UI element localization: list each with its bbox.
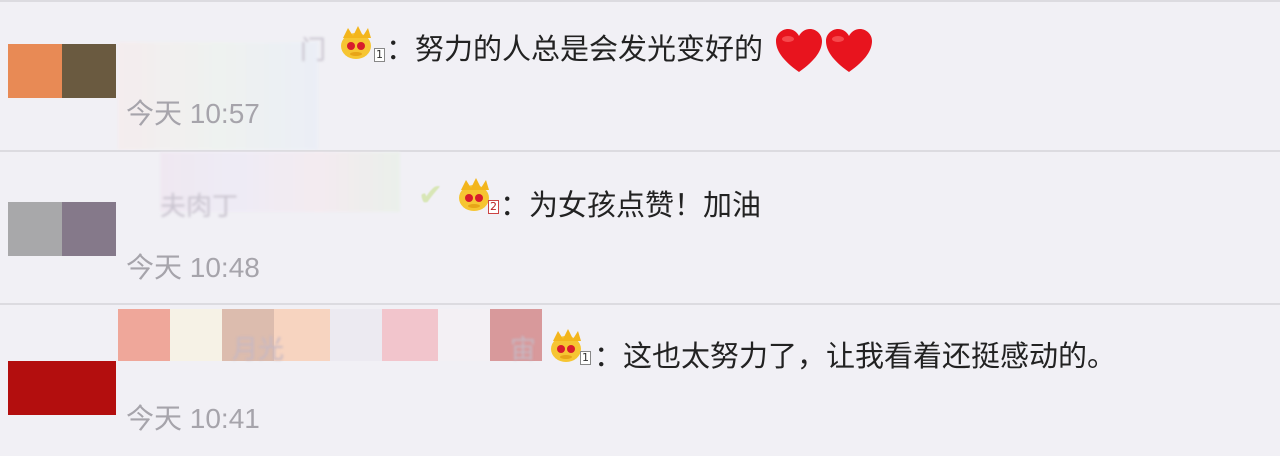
comment-time: 今天 10:57 [126, 98, 260, 129]
comment-text: ：为女孩点赞！加油 [500, 188, 762, 222]
hearts-group [774, 28, 874, 74]
badge-level: 1 [580, 351, 591, 365]
username-mosaic-block [330, 309, 382, 361]
check-icon: ✔ [418, 178, 444, 213]
username-mosaic-block [118, 309, 170, 361]
crown-badge-icon [340, 24, 376, 64]
comment-text-row: ：努力的人总是会发光变好的 [386, 26, 874, 74]
comment-item[interactable]: 夫肉丁 ✔ 2 ：为女孩点赞！加油 今天 10:48 [0, 150, 1280, 305]
username-mosaic-block [382, 309, 438, 361]
comment-item[interactable]: 门 1 ：努力的人总是会发光变好的 今天 10:57 [0, 0, 1280, 152]
username-mosaic-block [438, 309, 490, 361]
username-mosaic-block [170, 309, 222, 361]
avatar[interactable] [8, 44, 116, 98]
comment-time: 今天 10:48 [126, 252, 260, 283]
obscured-username: 门 [300, 36, 327, 66]
comment-text-row: ：为女孩点赞！加油 [500, 182, 761, 224]
badge-level: 1 [374, 48, 385, 62]
heart-icon [774, 28, 824, 74]
obscured-username: 月光 [232, 335, 285, 365]
comment-text: ：努力的人总是会发光变好的 [386, 32, 764, 66]
avatar[interactable] [8, 361, 116, 415]
comment-item[interactable]: 月光 宙 1 ：这也太努力了，让我看着还挺感动的。 今天 10:41 [0, 303, 1280, 456]
obscured-username-tail: 宙 [510, 335, 537, 365]
comment-time: 今天 10:41 [126, 403, 260, 434]
comment-text-row: ：这也太努力了，让我看着还挺感动的。 [594, 333, 1116, 375]
badge-level: 2 [488, 200, 499, 214]
heart-icon [824, 28, 874, 74]
avatar[interactable] [8, 202, 116, 256]
obscured-username: 夫肉丁 [160, 192, 239, 222]
comment-text: ：这也太努力了，让我看着还挺感动的。 [594, 339, 1117, 373]
